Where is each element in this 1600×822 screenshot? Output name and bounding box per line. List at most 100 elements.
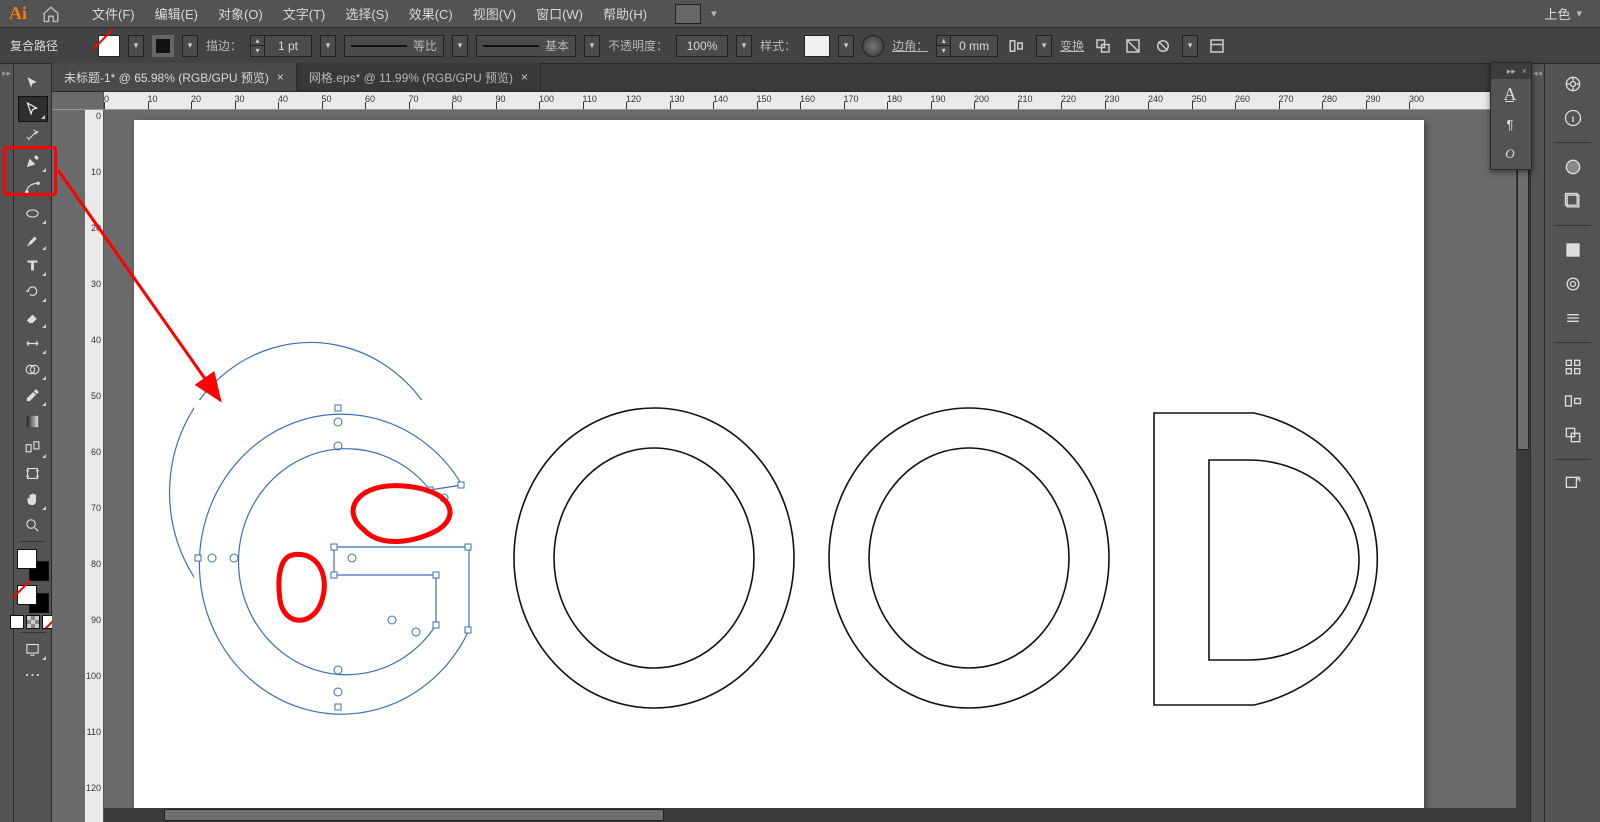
curvature-tool[interactable] xyxy=(18,174,48,200)
pen-tool[interactable] xyxy=(18,148,48,174)
symbols-panel-icon[interactable] xyxy=(1561,306,1585,330)
menu-bar: Ai 文件(F) 编辑(E) 对象(O) 文字(T) 选择(S) 效果(C) 视… xyxy=(0,0,1600,28)
corner-input[interactable] xyxy=(951,36,997,56)
swatches-panel-icon[interactable] xyxy=(1561,238,1585,262)
menu-help[interactable]: 帮助(H) xyxy=(593,0,657,27)
character-panel-icon[interactable]: A̲ xyxy=(1491,79,1529,109)
horizontal-scrollbar[interactable] xyxy=(104,808,1530,822)
hand-tool[interactable] xyxy=(18,486,48,512)
home-icon[interactable] xyxy=(38,3,64,25)
menu-edit[interactable]: 编辑(E) xyxy=(145,0,208,27)
close-icon[interactable]: × xyxy=(521,70,528,84)
eyedropper-tool[interactable] xyxy=(18,382,48,408)
zoom-tool[interactable] xyxy=(18,512,48,538)
floating-type-panel[interactable]: ▸▸ × A̲ ¶ O xyxy=(1490,62,1532,170)
workspace-label: 上色 xyxy=(1544,4,1570,23)
left-dock-expander[interactable]: ▸▸ xyxy=(0,64,14,822)
eraser-tool[interactable] xyxy=(18,304,48,330)
color-mode-solid[interactable] xyxy=(10,615,24,629)
info-panel-icon[interactable] xyxy=(1561,106,1585,130)
corner-label[interactable]: 边角： xyxy=(892,37,928,54)
opacity-dropdown[interactable]: ▾ xyxy=(736,35,752,57)
blend-tool[interactable] xyxy=(18,434,48,460)
fill-swatch[interactable] xyxy=(98,35,120,57)
menu-effect[interactable]: 效果(C) xyxy=(399,0,463,27)
color-mode-gradient[interactable] xyxy=(26,615,40,629)
close-icon[interactable]: × xyxy=(1522,66,1527,76)
shape-builder-tool[interactable] xyxy=(18,356,48,382)
menu-type[interactable]: 文字(T) xyxy=(273,0,336,27)
vertical-ruler[interactable]: 0102030405060708090100110120 xyxy=(52,110,104,822)
stroke-weight-field[interactable]: ▴▾ xyxy=(250,35,312,57)
screen-mode-tool[interactable] xyxy=(18,636,48,662)
right-dock-expander[interactable]: ◂◂ xyxy=(1530,64,1544,822)
artboard-tool[interactable] xyxy=(18,460,48,486)
menu-file[interactable]: 文件(F) xyxy=(82,0,145,27)
pathfinder-panel-icon[interactable] xyxy=(1561,423,1585,447)
width-tool[interactable] xyxy=(18,330,48,356)
brush-definition[interactable]: 基本 xyxy=(476,35,576,57)
transform-label[interactable]: 变换 xyxy=(1060,37,1084,54)
arrange-documents-icon[interactable] xyxy=(675,4,701,24)
brush-label: 基本 xyxy=(545,37,569,54)
color-panel-icon[interactable] xyxy=(1561,72,1585,96)
collapse-icon[interactable]: ▸▸ xyxy=(1507,66,1516,77)
selection-tool[interactable] xyxy=(18,70,48,96)
appearance-panel-icon[interactable] xyxy=(1561,155,1585,179)
chevron-down-icon[interactable]: ▾ xyxy=(711,7,717,20)
tool-bar: ⋯ xyxy=(14,64,52,822)
ruler-origin[interactable] xyxy=(52,92,104,110)
clip-dropdown[interactable]: ▾ xyxy=(1182,35,1198,57)
workspace-switcher[interactable]: 上色 ▾ xyxy=(1544,4,1588,23)
edit-toolbar[interactable]: ⋯ xyxy=(18,662,48,688)
horizontal-ruler[interactable]: 0102030405060708090100110120130140150160… xyxy=(52,92,1530,110)
rotate-tool[interactable] xyxy=(18,278,48,304)
style-dropdown[interactable]: ▾ xyxy=(838,35,854,57)
corner-field[interactable]: ▴▾ xyxy=(936,35,998,57)
document-tab-2[interactable]: 网格.eps* @ 11.99% (RGB/GPU 预览) × xyxy=(297,63,541,91)
menu-view[interactable]: 视图(V) xyxy=(463,0,526,27)
stroke-panel-icon[interactable] xyxy=(1561,355,1585,379)
fill-stroke-swatches[interactable] xyxy=(17,549,49,581)
menu-select[interactable]: 选择(S) xyxy=(335,0,398,27)
stroke-weight-input[interactable] xyxy=(265,36,311,56)
paragraph-panel-icon[interactable]: ¶ xyxy=(1491,109,1529,139)
fill-dropdown[interactable]: ▾ xyxy=(128,35,144,57)
edit-clip-icon[interactable] xyxy=(1152,35,1174,57)
align-dropdown[interactable]: ▾ xyxy=(1036,35,1052,57)
type-tool[interactable] xyxy=(18,252,48,278)
fill-stroke-swatches-secondary[interactable] xyxy=(17,585,49,613)
direct-selection-tool[interactable] xyxy=(18,96,48,122)
stroke-swatch[interactable] xyxy=(152,35,174,57)
isolate-icon[interactable] xyxy=(1122,35,1144,57)
paintbrush-tool[interactable] xyxy=(18,226,48,252)
preferences-icon[interactable] xyxy=(1206,35,1228,57)
artboard[interactable] xyxy=(134,120,1424,820)
opacity-input[interactable] xyxy=(676,35,728,57)
color-mode-swatches[interactable] xyxy=(10,615,56,629)
export-panel-icon[interactable] xyxy=(1561,472,1585,496)
ellipse-tool[interactable] xyxy=(18,200,48,226)
align-panel-icon[interactable] xyxy=(1006,35,1028,57)
menu-object[interactable]: 对象(O) xyxy=(208,0,273,27)
canvas[interactable] xyxy=(104,110,1530,822)
graphic-style-swatch[interactable] xyxy=(804,35,830,57)
variable-width-profile[interactable]: 等比 xyxy=(344,35,444,57)
stroke-dropdown[interactable]: ▾ xyxy=(182,35,198,57)
shapemode-icon[interactable] xyxy=(1092,35,1114,57)
vertical-scrollbar[interactable] xyxy=(1516,110,1530,808)
opentype-panel-icon[interactable]: O xyxy=(1491,139,1529,169)
magic-wand-tool[interactable] xyxy=(18,122,48,148)
close-icon[interactable]: × xyxy=(277,70,284,84)
document-tab-1[interactable]: 未标题-1* @ 65.98% (RGB/GPU 预览) × xyxy=(52,63,297,91)
brushes-panel-icon[interactable] xyxy=(1561,272,1585,296)
brush-dropdown[interactable]: ▾ xyxy=(584,35,600,57)
menu-window[interactable]: 窗口(W) xyxy=(526,0,593,27)
gradient-tool[interactable] xyxy=(18,408,48,434)
align-panel-icon[interactable] xyxy=(1561,389,1585,413)
layers-panel-icon[interactable] xyxy=(1561,189,1585,213)
stroke-weight-dropdown[interactable]: ▾ xyxy=(320,35,336,57)
profile-dropdown[interactable]: ▾ xyxy=(452,35,468,57)
recolor-artwork-icon[interactable] xyxy=(862,35,884,57)
tab-title: 网格.eps* @ 11.99% (RGB/GPU 预览) xyxy=(309,69,513,86)
